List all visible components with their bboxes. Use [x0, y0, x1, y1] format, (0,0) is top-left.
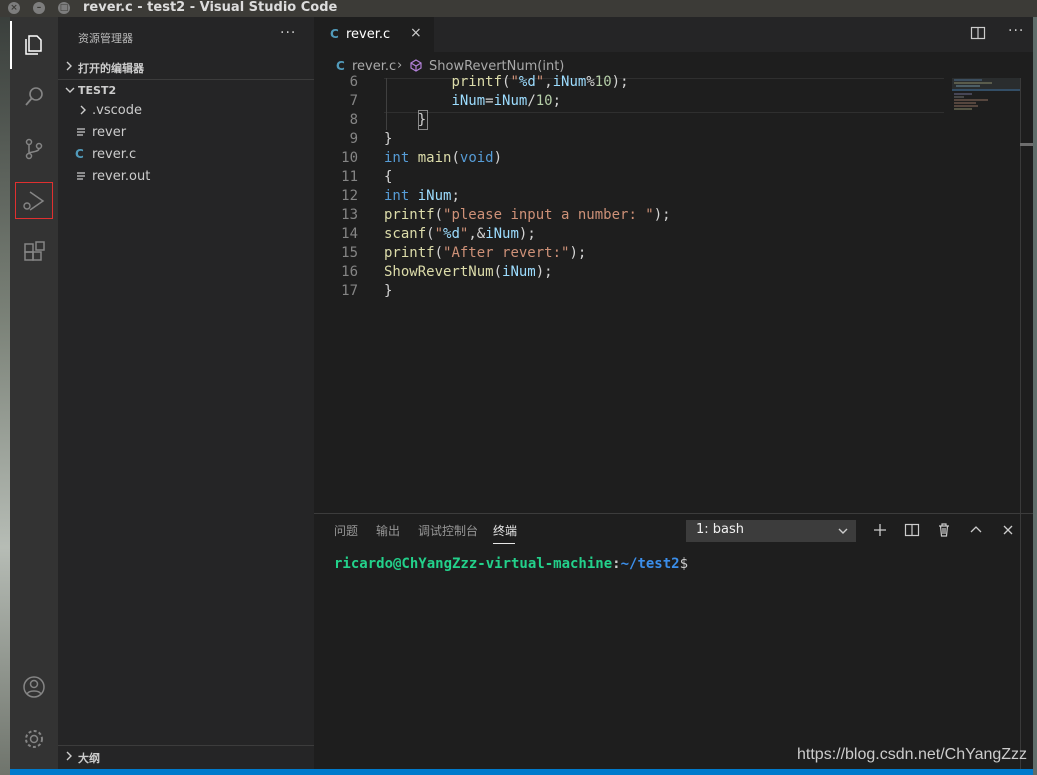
editor-tabs: C rever.c × ···	[314, 17, 1033, 52]
add-terminal-icon[interactable]	[872, 522, 888, 538]
line-number: 16	[341, 264, 358, 280]
line-number: 7	[349, 93, 358, 109]
prompt-end: $	[679, 556, 689, 572]
status-bar	[10, 769, 1033, 775]
maximize-panel-icon[interactable]	[968, 522, 984, 538]
bottom-panel: 问题 输出 调试控制台 终端 1: bash ricardo@ChYangZzz…	[314, 513, 1033, 770]
tree-item-rever-c[interactable]: C rever.c	[58, 144, 314, 166]
code-line: printf("%d",iNum%10);	[451, 74, 629, 90]
line-number: 15	[341, 245, 358, 261]
chevron-right-icon	[78, 103, 88, 121]
tree-item-rever[interactable]: rever	[58, 122, 314, 144]
file-lines-icon	[76, 125, 86, 143]
folder-label: TEST2	[78, 84, 117, 97]
prompt-separator: :	[612, 556, 621, 572]
close-tab-icon[interactable]: ×	[410, 25, 422, 41]
chevron-right-icon	[64, 750, 74, 765]
active-tab-underline	[493, 543, 515, 544]
split-editor-icon[interactable]	[970, 25, 986, 45]
chevron-right-icon	[64, 60, 74, 75]
code-line: int main(void)	[384, 150, 503, 166]
file-lines-icon	[76, 169, 86, 187]
code-line: ShowRevertNum(iNum);	[384, 264, 553, 280]
code-line: iNum=iNum/10;	[451, 93, 562, 109]
activity-bar	[10, 17, 58, 769]
tab-terminal[interactable]: 终端	[493, 522, 517, 539]
breadcrumb-separator: ›	[397, 58, 403, 73]
sidebar-explorer: 资源管理器 ··· 打开的编辑器 TEST2 .vscode rever C r…	[58, 17, 314, 769]
breadcrumb-symbol[interactable]: ShowRevertNum(int)	[429, 59, 564, 74]
explorer-icon[interactable]	[10, 21, 58, 69]
scrollbar-thumb[interactable]	[1020, 143, 1033, 146]
terminal-select-value: 1: bash	[696, 522, 745, 537]
explorer-title: 资源管理器	[78, 32, 133, 45]
tab-rever-c[interactable]: C rever.c ×	[314, 17, 434, 52]
extensions-icon[interactable]	[10, 229, 58, 277]
c-file-icon: C	[330, 27, 339, 41]
tree-item-vscode[interactable]: .vscode	[58, 100, 314, 122]
desktop-background-left	[0, 17, 10, 775]
chevron-down-icon	[838, 528, 848, 534]
line-number: 6	[349, 74, 358, 90]
code-line: {	[384, 169, 393, 185]
line-number: 9	[349, 131, 358, 147]
prompt-user: ricardo@ChYangZzz-virtual-machine	[334, 556, 613, 572]
search-icon[interactable]	[10, 73, 58, 121]
source-control-icon[interactable]	[10, 125, 58, 173]
c-file-icon: C	[75, 147, 84, 161]
terminal-prompt[interactable]: ricardo@ChYangZzz-virtual-machine:~/test…	[334, 556, 688, 572]
close-panel-icon[interactable]	[1000, 522, 1016, 538]
prompt-path: ~/test2	[620, 556, 680, 572]
chevron-down-icon	[64, 84, 76, 99]
code-editor[interactable]: 6 printf("%d",iNum%10); 7 iNum=iNum/10; …	[314, 74, 1033, 513]
editor-more-button[interactable]: ···	[1008, 23, 1024, 39]
watermark: https://blog.csdn.net/ChYangZzz	[797, 746, 1028, 763]
open-editors-label: 打开的编辑器	[78, 62, 144, 75]
settings-gear-icon[interactable]	[10, 715, 58, 763]
minimap[interactable]	[952, 78, 1020, 118]
title-bar: × – □ rever.c - test2 - Visual Studio Co…	[0, 0, 1037, 17]
code-line: printf("After revert:");	[384, 245, 587, 261]
tab-label: rever.c	[346, 27, 391, 42]
line-number: 10	[341, 150, 358, 166]
c-file-icon: C	[336, 59, 345, 73]
terminal-scrollbar[interactable]	[1020, 514, 1034, 770]
code-line: }	[384, 131, 393, 147]
tree-item-label: rever.out	[92, 169, 151, 184]
line-number: 13	[341, 207, 358, 223]
minimize-window-icon[interactable]: –	[33, 2, 45, 14]
outline-section[interactable]: 大纲	[58, 745, 314, 768]
code-line: scanf("%d",&iNum);	[384, 226, 536, 242]
code-line: int iNum;	[384, 188, 460, 204]
folder-section-test2[interactable]: TEST2	[58, 79, 314, 102]
line-number: 11	[341, 169, 358, 185]
line-number: 12	[341, 188, 358, 204]
open-editors-section[interactable]: 打开的编辑器	[58, 55, 314, 78]
tree-item-rever-out[interactable]: rever.out	[58, 166, 314, 188]
tree-item-label: rever	[92, 125, 127, 140]
tree-item-label: .vscode	[92, 103, 142, 118]
tab-debug-console[interactable]: 调试控制台	[418, 522, 478, 539]
line-number: 8	[349, 112, 358, 128]
breadcrumb-file[interactable]: rever.c	[352, 59, 396, 74]
highlight-box	[15, 182, 53, 219]
accounts-icon[interactable]	[10, 663, 58, 711]
outline-label: 大纲	[78, 752, 100, 765]
terminal-select[interactable]: 1: bash	[686, 520, 856, 542]
code-line: printf("please input a number: ");	[384, 207, 671, 223]
tab-output[interactable]: 输出	[376, 522, 400, 539]
close-window-icon[interactable]: ×	[8, 2, 20, 14]
line-number: 17	[341, 283, 358, 299]
code-line: }	[384, 112, 427, 128]
window-title: rever.c - test2 - Visual Studio Code	[83, 0, 338, 15]
tree-item-label: rever.c	[92, 147, 137, 162]
line-number: 14	[341, 226, 358, 242]
trash-icon[interactable]	[936, 522, 952, 538]
tab-problems[interactable]: 问题	[334, 522, 358, 539]
maximize-window-icon[interactable]: □	[58, 2, 70, 14]
code-line: }	[384, 283, 393, 299]
split-terminal-icon[interactable]	[904, 522, 920, 538]
explorer-more-button[interactable]: ···	[280, 25, 296, 41]
